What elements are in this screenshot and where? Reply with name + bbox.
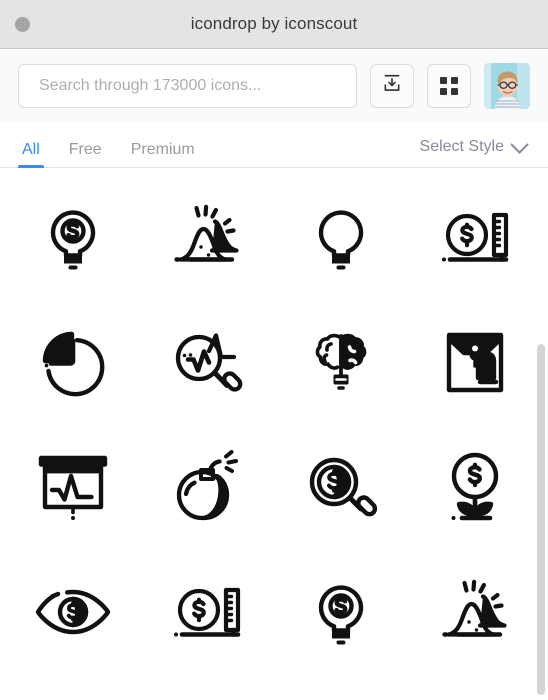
- eye-dollar-icon: [33, 581, 113, 643]
- money-plant-growth-icon: [438, 450, 512, 524]
- icon-cell-eye-dollar[interactable]: [6, 549, 140, 674]
- search-toolbar: [0, 49, 548, 122]
- icon-cell-dollar-ruler-2[interactable]: [140, 549, 274, 674]
- icon-cell-presentation-chart[interactable]: [6, 424, 140, 549]
- select-style-label: Select Style: [419, 138, 504, 155]
- window-close-button[interactable]: [15, 16, 30, 32]
- select-style-dropdown[interactable]: Select Style: [419, 134, 529, 167]
- dollar-coin-ruler-icon-2: [169, 576, 245, 648]
- tab-free[interactable]: Free: [69, 142, 102, 167]
- icon-results-area: [0, 168, 548, 700]
- icon-cell-volcano-2[interactable]: [408, 549, 542, 674]
- lightbulb-icon: [305, 201, 377, 273]
- title-bar: icondrop by iconscout: [0, 0, 548, 49]
- tab-premium[interactable]: Premium: [131, 142, 195, 167]
- volcano-eruption-icon: [168, 201, 246, 273]
- filter-tabs: All Free Premium: [18, 122, 224, 168]
- icon-cell-lightbulb[interactable]: [274, 174, 408, 299]
- avatar[interactable]: [484, 62, 530, 109]
- icon-cell-pie-chart[interactable]: [6, 299, 140, 424]
- presentation-chart-icon: [36, 450, 110, 524]
- icon-cell-dollar-search[interactable]: [274, 424, 408, 549]
- icon-cell-money-plant[interactable]: [408, 424, 542, 549]
- window-title: icondrop by iconscout: [190, 14, 358, 33]
- import-download-button[interactable]: [370, 63, 414, 108]
- analytics-search-icon: [168, 325, 246, 399]
- brain-bulb-icon: [305, 325, 377, 399]
- icon-cell-analytics-search[interactable]: [140, 299, 274, 424]
- dollar-coin-ruler-icon: [437, 201, 513, 273]
- avatar-photo: [484, 62, 530, 109]
- icon-cell-document-envelope[interactable]: [408, 299, 542, 424]
- icon-cell-volcano[interactable]: [140, 174, 274, 299]
- download-tray-icon: [382, 73, 402, 98]
- search-box[interactable]: [18, 63, 357, 108]
- icon-cell-lightbulb-dollar-2[interactable]: [274, 549, 408, 674]
- lightbulb-dollar-icon: [37, 201, 109, 273]
- results-scrollbar-track[interactable]: [537, 168, 545, 700]
- dollar-search-icon: [303, 450, 379, 524]
- pie-chart-icon: [36, 325, 110, 399]
- icon-cell-bomb[interactable]: [140, 424, 274, 549]
- chevron-down-icon: [510, 134, 529, 154]
- icon-grid: [0, 168, 548, 674]
- search-input[interactable]: [37, 75, 338, 96]
- lightbulb-dollar-icon-2: [305, 576, 377, 648]
- icon-cell-brain-bulb[interactable]: [274, 299, 408, 424]
- filter-tabs-row: All Free Premium Select Style: [0, 122, 548, 168]
- document-envelope-icon: [440, 326, 510, 398]
- grid-icon: [440, 76, 458, 95]
- tab-all[interactable]: All: [18, 142, 44, 168]
- bomb-icon: [170, 449, 244, 524]
- results-scrollbar-thumb[interactable]: [537, 343, 545, 695]
- icon-cell-lightbulb-dollar[interactable]: [6, 174, 140, 299]
- grid-view-button[interactable]: [427, 63, 471, 108]
- icon-cell-dollar-ruler[interactable]: [408, 174, 542, 299]
- volcano-eruption-icon-2: [436, 576, 514, 648]
- app-window: icondrop by iconscout Search through 173…: [0, 0, 548, 700]
